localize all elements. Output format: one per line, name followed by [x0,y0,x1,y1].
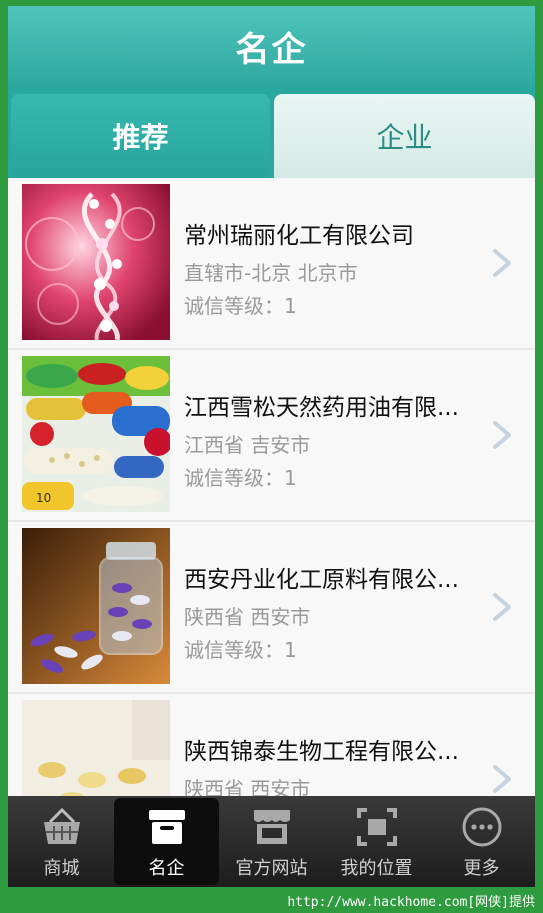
list-item[interactable]: 常州瑞丽化工有限公司 直辖市-北京 北京市 诚信等级：1 [8,178,535,350]
list-item[interactable]: 西安丹业化工原料有限公... 陕西省 西安市 诚信等级：1 [8,522,535,694]
tab-label: 企业 [376,121,433,154]
tab-label: 推荐 [112,121,169,154]
list-item[interactable]: 10 江西雪松天然药用油有限... 江西省 吉安市 诚信等级：1 [8,350,535,522]
chevron-right-icon [493,249,511,277]
company-list[interactable]: 常州瑞丽化工有限公司 直辖市-北京 北京市 诚信等级：1 10 江西雪松天然药用… [8,178,535,796]
chevron-right-icon [493,765,511,793]
basket-icon [43,807,80,844]
watermark-text: http://www.hackhome.com[网侠]提供 [287,894,535,910]
tab-companies[interactable]: 企业 [274,94,535,178]
capsules-pills-image: 10 [22,356,170,512]
nav-label: 更多 [463,858,500,879]
watermark-banner: http://www.hackhome.com[网侠]提供 [0,887,543,913]
nav-item-companies[interactable]: 名企 [114,798,219,885]
location-frame-icon [356,808,397,846]
credit-level: 诚信等级：1 [184,294,297,318]
store-box-icon [148,810,185,844]
company-location: 陕西省 西安市 [184,777,311,796]
softgel-capsules-image [22,700,170,796]
nav-item-my-location[interactable]: 我的位置 [324,798,429,885]
app-screen: 名企 推荐 企业 常州瑞丽化工有限公司 直辖市-北京 北京市 诚信等级：1 10… [8,6,535,887]
title-bar: 名企 [8,6,535,86]
credit-level: 诚信等级：1 [184,466,297,490]
tab-recommended[interactable]: 推荐 [11,94,270,178]
nav-item-mall[interactable]: 商城 [9,798,114,885]
company-name: 陕西锦泰生物工程有限公... [184,739,459,765]
page-title: 名企 [235,29,308,70]
chevron-right-icon [493,593,511,621]
svg-text:10: 10 [36,491,51,505]
company-location: 陕西省 西安市 [184,605,311,629]
dna-helix-image [22,184,170,340]
list-item[interactable]: 陕西锦泰生物工程有限公... 陕西省 西安市 [8,694,535,796]
shop-awning-icon [253,810,290,844]
more-circle-icon [462,807,501,847]
nav-label: 名企 [148,858,185,879]
nav-label: 我的位置 [340,858,413,879]
company-location: 直辖市-北京 北京市 [184,261,358,285]
pill-bottle-image [22,528,170,684]
nav-item-more[interactable]: 更多 [429,798,534,885]
company-name: 常州瑞丽化工有限公司 [184,223,414,249]
nav-label: 官方网站 [235,858,308,879]
tab-bar: 推荐 企业 [8,86,535,178]
company-location: 江西省 吉安市 [184,433,311,457]
chevron-right-icon [493,421,511,449]
bottom-nav-bar: 商城 名企 官方网站 我的位置 更多 [8,796,535,887]
company-name: 西安丹业化工原料有限公... [184,567,459,593]
company-name: 江西雪松天然药用油有限... [184,395,459,421]
nav-item-official-site[interactable]: 官方网站 [219,798,324,885]
credit-level: 诚信等级：1 [184,638,297,662]
nav-label: 商城 [43,858,80,879]
